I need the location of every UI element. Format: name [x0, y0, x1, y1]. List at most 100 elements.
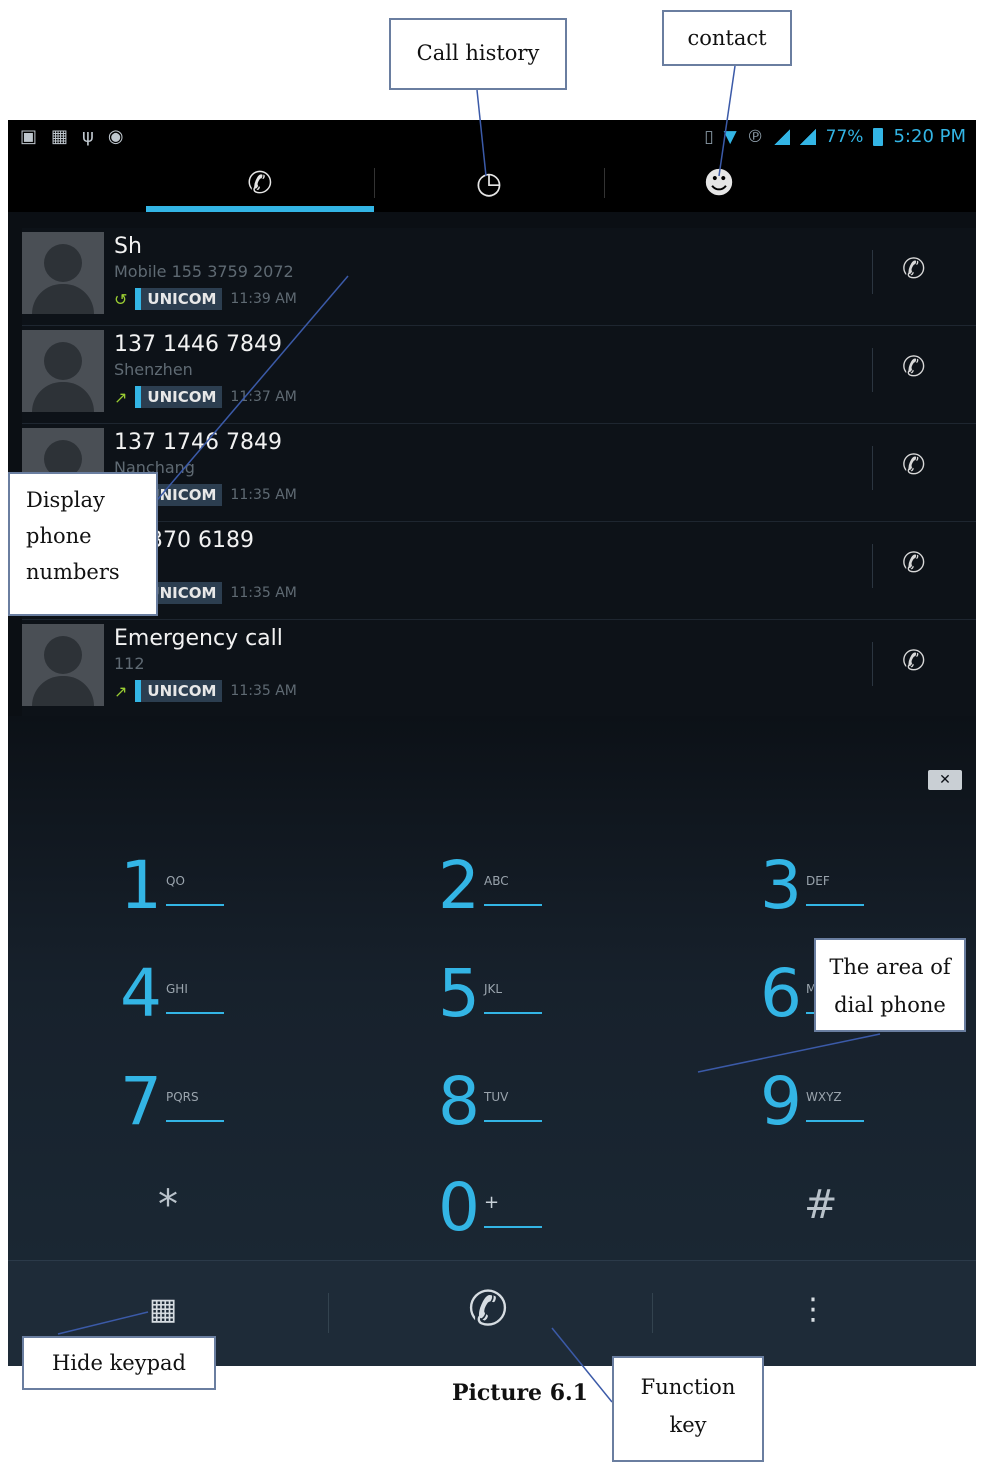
key-4[interactable]: 4 GHI	[120, 954, 280, 1044]
figure-caption: Picture 6.1	[452, 1380, 588, 1406]
call-time: 11:35 AM	[230, 487, 297, 503]
phone-icon: ✆	[467, 1281, 509, 1337]
tab-bar: ✆ ◷ ☻	[8, 154, 976, 212]
caller-name: Emergency call	[114, 626, 283, 651]
call-log-row[interactable]: 137 1746 7849 Nanchang ↗ UNICOM 11:35 AM…	[22, 424, 976, 522]
key-3[interactable]: 3 DEF	[760, 846, 920, 936]
call-back-button[interactable]: ✆	[902, 350, 925, 383]
row-divider	[872, 642, 873, 686]
key-letters: PQRS	[166, 1090, 199, 1104]
phone-icon: ✆	[902, 252, 926, 285]
key-digit: *	[158, 1182, 178, 1228]
key-digit: 4	[120, 955, 162, 1032]
key-8[interactable]: 8 TUV	[438, 1062, 598, 1152]
call-time: 11:39 AM	[230, 291, 297, 307]
call-log-row[interactable]: 137 1446 7849 Shenzhen ↗ UNICOM 11:37 AM…	[22, 326, 976, 424]
dial-call-button[interactable]: ✆	[418, 1279, 558, 1339]
key-1[interactable]: 1 QO	[120, 846, 280, 936]
call-log-row[interactable]: 5 2370 6189 n ↗ UNICOM 11:35 AM ✆	[22, 522, 976, 620]
status-indicators: ▯ ▼ ℗ 77% 5:20 PM	[704, 126, 966, 147]
key-2[interactable]: 2 ABC	[438, 846, 598, 936]
key-digit: 7	[120, 1063, 162, 1140]
key-hash[interactable]: #	[804, 1172, 964, 1262]
key-underline	[806, 1120, 864, 1122]
tab-selected-indicator	[146, 206, 374, 212]
call-log-row[interactable]: Sh Mobile 155 3759 2072 ↺ UNICOM 11:39 A…	[22, 228, 976, 326]
phone-icon: ✆	[902, 350, 926, 383]
dialed-digits-field[interactable]: ✕	[8, 716, 976, 846]
keypad-grid-icon: ▦	[148, 1291, 178, 1327]
android-debug-icon: ◉	[107, 126, 124, 147]
callout-hide-keypad: Hide keypad	[22, 1336, 216, 1390]
signal-sim1-icon	[773, 128, 790, 145]
call-time: 11:35 AM	[230, 683, 297, 699]
carrier-badge: UNICOM	[135, 680, 223, 702]
call-back-button[interactable]: ✆	[902, 644, 925, 677]
avatar[interactable]	[22, 232, 104, 314]
key-digit: 1	[120, 847, 162, 924]
bluetooth-icon: ℗	[746, 126, 764, 147]
row-divider	[872, 250, 873, 294]
key-digit: 5	[438, 955, 480, 1032]
call-back-button[interactable]: ✆	[902, 252, 925, 285]
tab-call-history[interactable]: ◷	[374, 154, 604, 212]
key-underline	[484, 904, 542, 906]
key-digit: 9	[760, 1063, 802, 1140]
key-digit: 3	[760, 847, 802, 924]
callout-display-numbers: Display phone numbers	[8, 472, 158, 616]
key-star[interactable]: *	[158, 1172, 318, 1262]
caller-number: Mobile 155 3759 2072	[114, 262, 294, 281]
key-underline	[484, 1226, 542, 1228]
call-back-button[interactable]: ✆	[902, 546, 925, 579]
hide-keypad-button[interactable]: ▦	[108, 1279, 218, 1339]
row-divider	[872, 446, 873, 490]
carrier-badge: UNICOM	[135, 386, 223, 408]
fn-divider	[328, 1293, 329, 1333]
tab-dialer[interactable]: ✆	[146, 154, 374, 212]
call-type-icon: ↗	[114, 387, 128, 407]
vibrate-icon: ▯	[704, 126, 714, 147]
phone-icon: ✆	[247, 165, 273, 201]
call-type-icon: ↺	[114, 289, 128, 309]
key-letters: +	[484, 1192, 500, 1213]
key-0[interactable]: 0 +	[438, 1168, 598, 1258]
callout-call-history: Call history	[389, 18, 567, 90]
screenshot-icon: ▣	[20, 126, 38, 147]
row-divider	[872, 544, 873, 588]
clock-icon: ◷	[475, 165, 503, 201]
caller-number: 112	[114, 654, 145, 673]
avatar[interactable]	[22, 624, 104, 706]
key-5[interactable]: 5 JKL	[438, 954, 598, 1044]
key-letters: WXYZ	[806, 1090, 842, 1104]
battery-icon	[873, 127, 884, 146]
key-letters: JKL	[484, 982, 503, 996]
callout-contact: contact	[662, 10, 792, 66]
key-digit: 0	[438, 1169, 480, 1246]
key-9[interactable]: 9 WXYZ	[760, 1062, 920, 1152]
call-back-button[interactable]: ✆	[902, 448, 925, 481]
key-letters: TUV	[484, 1090, 509, 1104]
key-underline	[484, 1012, 542, 1014]
phone-icon: ✆	[902, 644, 926, 677]
caller-location: Shenzhen	[114, 360, 193, 379]
key-underline	[166, 904, 224, 906]
image-icon: ▦	[51, 126, 69, 147]
key-digit: #	[804, 1182, 838, 1228]
caller-name: 137 1446 7849	[114, 332, 282, 357]
avatar[interactable]	[22, 330, 104, 412]
callout-function-key: Function key	[612, 1356, 764, 1462]
tab-contacts[interactable]: ☻	[604, 154, 834, 212]
key-digit: 2	[438, 847, 480, 924]
carrier-badge: UNICOM	[135, 288, 223, 310]
key-letters: GHI	[166, 982, 188, 996]
key-digit: 8	[438, 1063, 480, 1140]
key-7[interactable]: 7 PQRS	[120, 1062, 280, 1152]
callout-dial-area: The area of dial phone	[814, 938, 966, 1032]
wifi-icon: ▼	[723, 126, 737, 147]
row-divider	[872, 348, 873, 392]
call-log-row[interactable]: Emergency call 112 ↗ UNICOM 11:35 AM ✆	[22, 620, 976, 718]
fn-divider	[652, 1293, 653, 1333]
backspace-button[interactable]: ✕	[928, 770, 962, 790]
overflow-menu-button[interactable]: ⋮	[758, 1279, 868, 1339]
call-meta: ↺ UNICOM 11:39 AM	[114, 288, 297, 310]
